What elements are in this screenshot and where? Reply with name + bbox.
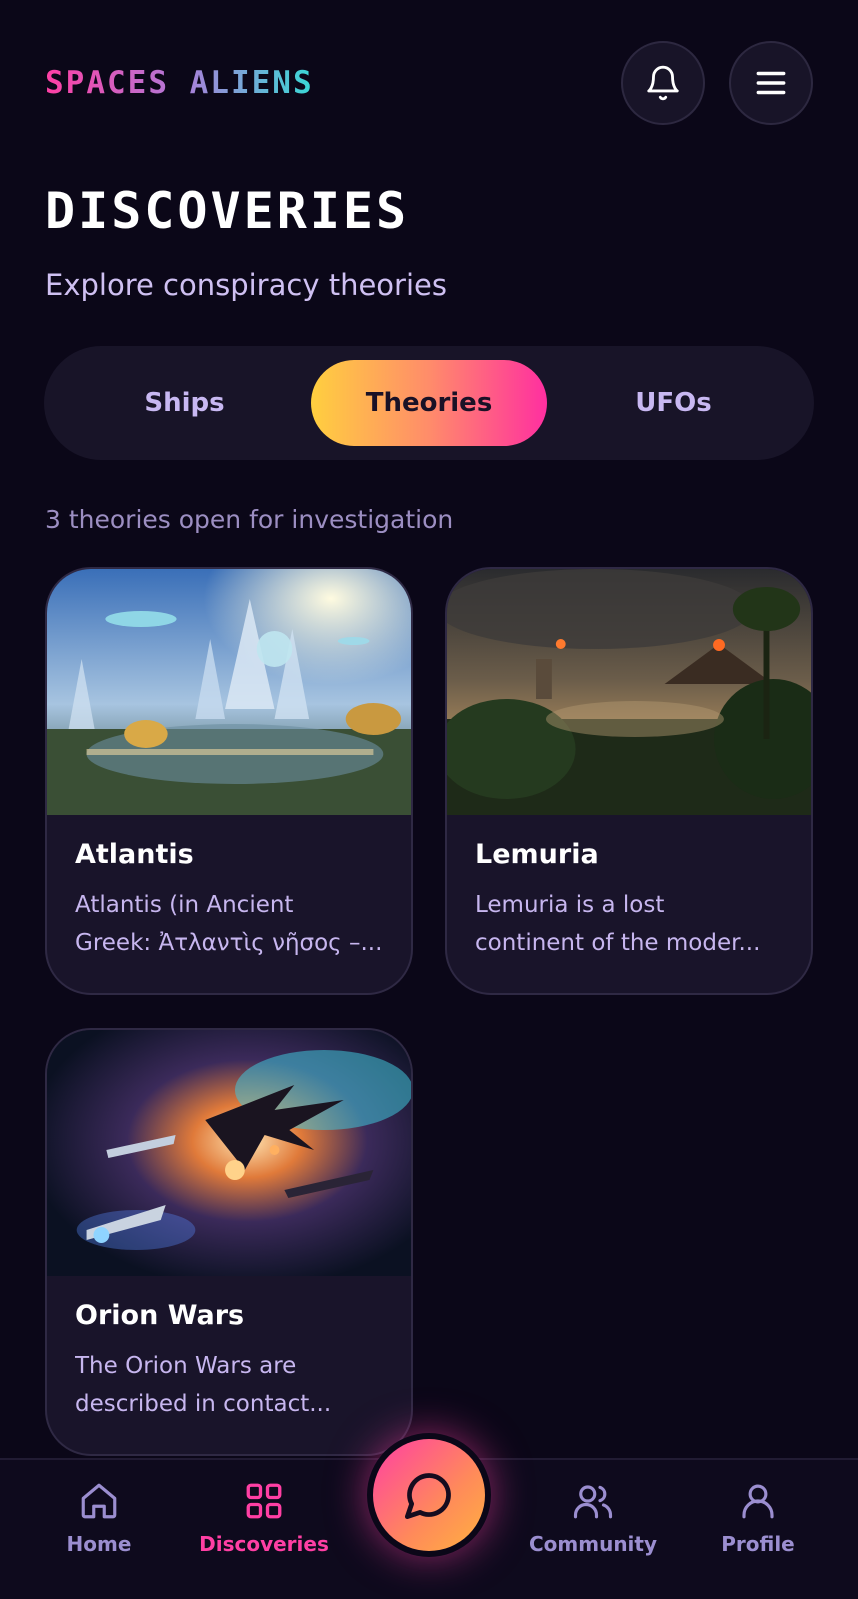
home-icon xyxy=(81,1483,117,1519)
header-actions xyxy=(621,41,813,125)
page-title: DISCOVERIES xyxy=(45,182,410,240)
tab-ships[interactable]: Ships xyxy=(58,360,311,446)
users-icon xyxy=(573,1485,613,1519)
card-description: The Orion Wars are described in contact.… xyxy=(75,1353,332,1417)
bell-icon xyxy=(647,65,679,101)
theories-count: 3 theories open for investigation xyxy=(45,505,454,534)
chat-fab-button[interactable] xyxy=(373,1439,485,1551)
theory-card-atlantis[interactable]: Atlantis Atlantis (in Ancient Greek: Ἀτλ… xyxy=(45,567,413,995)
card-title: Orion Wars xyxy=(75,1300,245,1331)
chat-bubble-icon xyxy=(404,1473,451,1520)
nav-community[interactable]: Community xyxy=(518,1480,668,1556)
nav-home-label: Home xyxy=(66,1532,132,1556)
app-header: SPACES ALIENS xyxy=(45,40,813,126)
nav-discoveries-label: Discoveries xyxy=(199,1532,329,1556)
tab-ufos[interactable]: UFOs xyxy=(547,360,800,446)
lemuria-image xyxy=(447,569,811,815)
category-tabs: Ships Theories UFOs xyxy=(44,346,814,460)
nav-profile[interactable]: Profile xyxy=(683,1480,833,1556)
notifications-button[interactable] xyxy=(621,41,705,125)
card-title: Atlantis xyxy=(75,839,194,870)
theory-card-lemuria[interactable]: Lemuria Lemuria is a lost continent of t… xyxy=(445,567,813,995)
nav-discoveries[interactable]: Discoveries xyxy=(189,1480,339,1556)
page-subtitle: Explore conspiracy theories xyxy=(45,268,447,302)
card-description: Lemuria is a lost continent of the moder… xyxy=(475,892,761,956)
theory-card-orion-wars[interactable]: Orion Wars The Orion Wars are described … xyxy=(45,1028,413,1456)
grid-icon xyxy=(246,1483,282,1519)
atlantis-image xyxy=(47,569,411,815)
nav-home[interactable]: Home xyxy=(24,1480,174,1556)
nav-community-label: Community xyxy=(528,1532,658,1556)
app-logo[interactable]: SPACES ALIENS xyxy=(45,65,314,101)
orion-wars-image xyxy=(47,1030,411,1276)
card-title: Lemuria xyxy=(475,839,599,870)
card-description: Atlantis (in Ancient Greek: Ἀτλαντὶς νῆσ… xyxy=(75,892,383,956)
tab-theories[interactable]: Theories xyxy=(311,360,547,446)
menu-button[interactable] xyxy=(729,41,813,125)
nav-profile-label: Profile xyxy=(721,1532,795,1556)
hamburger-menu-icon xyxy=(756,71,786,95)
user-icon xyxy=(742,1484,774,1519)
chat-fab-ring xyxy=(367,1433,491,1557)
